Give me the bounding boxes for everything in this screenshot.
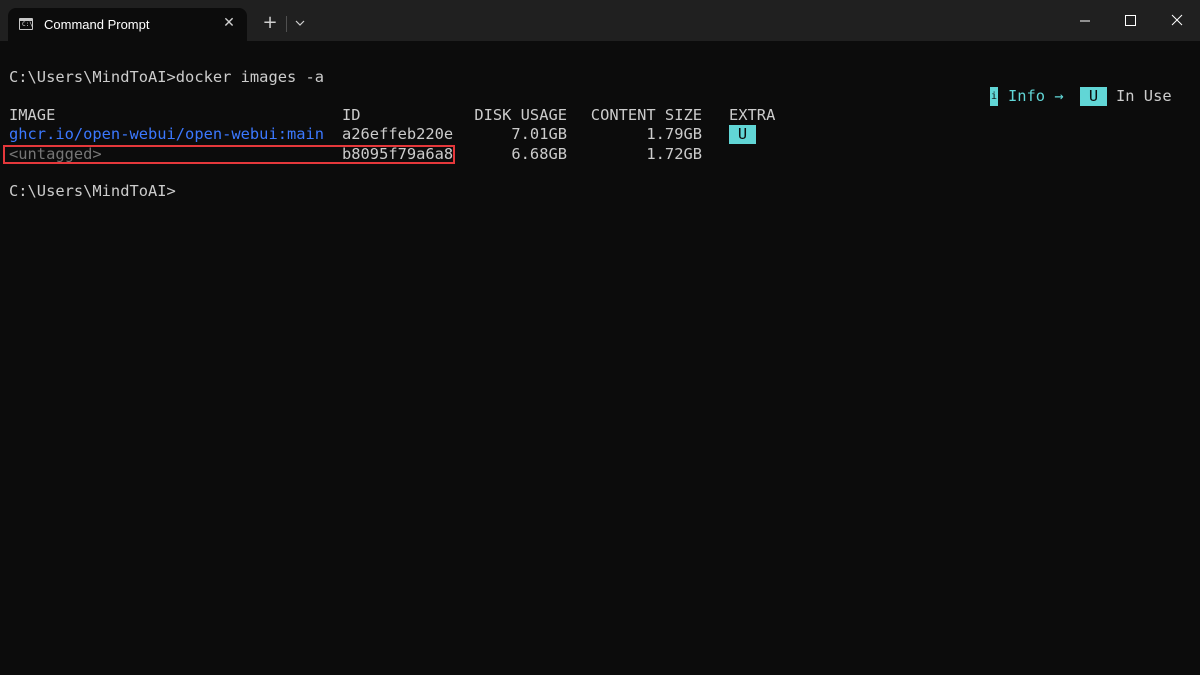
terminal-output[interactable]: C:\Users\MindToAI>docker images -a i Inf…	[0, 41, 1200, 675]
row1-extra-badge: U	[729, 125, 756, 144]
row1-disk-usage: 7.01GB	[511, 125, 567, 143]
info-legend-label: Info →	[1008, 87, 1064, 105]
header-extra: EXTRA	[729, 106, 776, 124]
title-bar: C:\ Command Prompt ✕ +	[0, 0, 1200, 41]
row1-image[interactable]: ghcr.io/open-webui/open-webui:main	[9, 125, 324, 144]
chevron-down-icon[interactable]	[290, 12, 310, 34]
maximize-button[interactable]	[1108, 0, 1154, 41]
info-badge: i	[990, 87, 998, 106]
tab-separator	[286, 16, 287, 32]
command-line: C:\Users\MindToAI>docker images -a	[9, 68, 325, 86]
close-window-button[interactable]	[1154, 0, 1200, 41]
terminal-icon: C:\	[19, 18, 33, 30]
minimize-button[interactable]	[1062, 0, 1108, 41]
row1-content-size: 1.79GB	[646, 125, 702, 143]
highlight-box	[3, 145, 455, 164]
row2-disk-usage: 6.68GB	[511, 145, 567, 163]
inuse-legend-label: In Use	[1116, 87, 1172, 105]
inuse-badge: U	[1080, 87, 1107, 106]
prompt-line: C:\Users\MindToAI>	[9, 182, 176, 200]
header-content-size: CONTENT SIZE	[590, 106, 702, 124]
tab-command-prompt[interactable]: C:\ Command Prompt ✕	[8, 8, 247, 41]
header-image: IMAGE	[9, 106, 56, 124]
row1-id: a26effeb220e	[342, 125, 454, 143]
row2-content-size: 1.72GB	[646, 145, 702, 163]
new-tab-button[interactable]: +	[259, 12, 281, 34]
terminal-window: C:\ Command Prompt ✕ + C:\Users\MindToAI…	[0, 0, 1200, 675]
tab-title: Command Prompt	[44, 17, 150, 32]
close-tab-icon[interactable]: ✕	[220, 14, 238, 32]
header-disk-usage: DISK USAGE	[474, 106, 567, 124]
header-id: ID	[342, 106, 361, 124]
